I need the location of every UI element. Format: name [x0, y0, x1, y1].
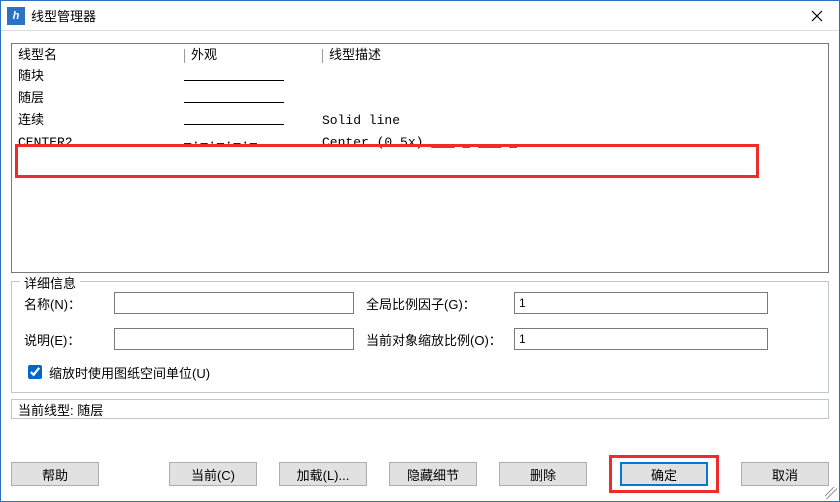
linetype-preview-dashdot: —·—·—·—·—: [184, 133, 284, 153]
current-linetype-value: 随层: [77, 400, 103, 419]
linetype-list[interactable]: 线型名 外观 线型描述 随块 随层 连续 Solid line CENTER2: [11, 43, 829, 273]
details-group-title: 详细信息: [20, 273, 80, 292]
list-row[interactable]: 随块: [12, 66, 828, 88]
current-linetype-row: 当前线型: 随层: [11, 399, 829, 419]
cell-appearance: [184, 89, 322, 109]
list-row[interactable]: 连续 Solid line: [12, 110, 828, 132]
cell-name: CENTER2: [18, 133, 184, 153]
current-scale-label: 当前对象缩放比例(O)：: [366, 330, 502, 349]
button-bar: 帮助 当前(C) 加载(L)... 隐藏细节 删除 确定 取消: [1, 449, 839, 501]
titlebar: h 线型管理器: [1, 1, 839, 31]
col-header-description[interactable]: 线型描述: [329, 47, 381, 62]
hide-detail-button[interactable]: 隐藏细节: [389, 462, 477, 486]
close-button[interactable]: [795, 1, 839, 31]
resize-grip[interactable]: [825, 487, 837, 499]
current-button[interactable]: 当前(C): [169, 462, 257, 486]
name-input[interactable]: [114, 292, 354, 314]
linetype-preview-solid: [184, 80, 284, 81]
annotation-highlight-ok: 确定: [609, 455, 719, 493]
explain-input[interactable]: [114, 328, 354, 350]
delete-button[interactable]: 删除: [499, 462, 587, 486]
dialog-body: 线型名 外观 线型描述 随块 随层 连续 Solid line CENTER2: [1, 31, 839, 449]
cell-appearance: [184, 111, 322, 131]
help-button[interactable]: 帮助: [11, 462, 99, 486]
linetype-preview-solid: [184, 102, 284, 103]
list-row[interactable]: 随层: [12, 88, 828, 110]
cell-name: 连续: [18, 111, 184, 131]
cell-description: Center (0.5x) ___ _ ___ _ ...: [322, 133, 828, 153]
cell-name: 随块: [18, 67, 184, 87]
global-scale-input[interactable]: [514, 292, 768, 314]
close-icon: [811, 10, 823, 22]
list-header: 线型名 外观 线型描述: [12, 44, 828, 66]
details-group: 详细信息 名称(N)： 全局比例因子(G)： 说明(E)： 当前对象缩放比例(O…: [11, 281, 829, 393]
cell-appearance: [184, 67, 322, 87]
list-row[interactable]: CENTER2 —·—·—·—·— Center (0.5x) ___ _ __…: [12, 132, 828, 154]
name-label: 名称(N)：: [24, 294, 102, 313]
load-button[interactable]: 加载(L)...: [279, 462, 367, 486]
cell-name: 随层: [18, 89, 184, 109]
explain-label: 说明(E)：: [24, 330, 102, 349]
paperspace-checkbox[interactable]: [28, 365, 42, 379]
paperspace-checkbox-label: 缩放时使用图纸空间单位(U): [49, 363, 210, 382]
current-linetype-label: 当前线型:: [18, 400, 74, 419]
linetype-preview-solid: [184, 124, 284, 125]
paperspace-checkbox-row[interactable]: 缩放时使用图纸空间单位(U): [24, 362, 816, 382]
window-title: 线型管理器: [31, 6, 795, 25]
details-form: 名称(N)： 全局比例因子(G)： 说明(E)： 当前对象缩放比例(O)：: [24, 292, 816, 350]
cell-description: Solid line: [322, 111, 828, 131]
cell-appearance: —·—·—·—·—: [184, 133, 322, 153]
app-icon: h: [7, 7, 25, 25]
col-header-name[interactable]: 线型名: [18, 45, 184, 65]
linetype-manager-window: h 线型管理器 线型名 外观 线型描述 随块 随层 连续: [0, 0, 840, 502]
global-scale-label: 全局比例因子(G)：: [366, 294, 502, 313]
cancel-button[interactable]: 取消: [741, 462, 829, 486]
current-scale-input[interactable]: [514, 328, 768, 350]
ok-button[interactable]: 确定: [620, 462, 708, 486]
col-header-appearance[interactable]: 外观: [191, 47, 217, 62]
